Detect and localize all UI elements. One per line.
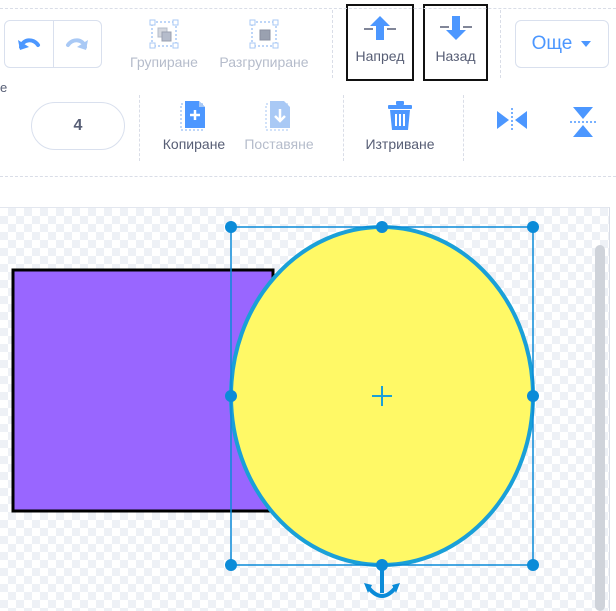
toolbar-separator	[463, 95, 464, 161]
more-button[interactable]: Още	[515, 20, 609, 68]
resize-handle[interactable]	[527, 390, 539, 402]
toolbar-top-border	[0, 8, 616, 9]
flip-horizontal-button[interactable]	[494, 108, 530, 132]
resize-handle[interactable]	[225, 390, 237, 402]
resize-handle[interactable]	[225, 221, 237, 233]
backward-button[interactable]: Назад	[423, 4, 488, 81]
undo-icon	[17, 38, 40, 50]
toolbar-separator	[343, 95, 344, 161]
canvas-shapes	[11, 221, 539, 598]
flip-vertical-icon	[570, 107, 596, 137]
undo-button[interactable]	[5, 21, 53, 67]
backward-label: Назад	[435, 48, 476, 64]
resize-handle[interactable]	[527, 559, 539, 571]
resize-handle[interactable]	[225, 559, 237, 571]
paste-button[interactable]: Поставяне	[238, 98, 320, 152]
toolbar-bottom-border	[0, 176, 616, 177]
redo-button[interactable]	[52, 21, 102, 67]
toolbar-separator	[332, 10, 333, 78]
canvas-scrollbar[interactable]	[595, 245, 605, 611]
paste-icon	[265, 101, 290, 131]
forward-arrow-icon	[364, 16, 396, 40]
delete-button[interactable]: Изтриване	[358, 98, 442, 152]
ungroup-label: Разгрупиране	[219, 54, 309, 70]
copy-icon	[180, 101, 205, 131]
paste-label: Поставяне	[244, 136, 314, 152]
ungroup-button[interactable]: Разгрупиране	[214, 16, 314, 70]
backward-arrow-icon	[439, 16, 472, 40]
copy-label: Копиране	[162, 136, 226, 152]
paint-editor-toolbar: е Групиране Разгрупиране Напред Назад Ощ…	[0, 0, 616, 176]
group-button[interactable]: Групиране	[124, 16, 204, 70]
trash-icon	[388, 101, 412, 130]
flip-horizontal-icon	[497, 108, 527, 132]
toolbar-separator	[139, 95, 140, 161]
group-label: Групиране	[130, 54, 198, 70]
chevron-down-icon	[581, 41, 592, 47]
undo-redo-group	[4, 20, 102, 68]
more-label: Още	[531, 33, 573, 54]
resize-handle[interactable]	[527, 221, 539, 233]
delete-label: Изтриване	[365, 136, 435, 152]
ungroup-icon	[249, 19, 279, 49]
partial-label: е	[0, 80, 8, 95]
resize-handle[interactable]	[376, 221, 388, 233]
paint-canvas[interactable]	[0, 207, 610, 611]
flip-vertical-button[interactable]	[568, 106, 598, 138]
group-icon	[149, 19, 179, 49]
forward-label: Напред	[355, 48, 405, 64]
rotate-handle-icon[interactable]	[364, 569, 400, 598]
forward-button[interactable]: Напред	[346, 4, 414, 81]
copy-button[interactable]: Копиране	[156, 98, 232, 152]
redo-icon	[66, 38, 89, 50]
toolbar-separator	[500, 10, 501, 78]
brush-size-input[interactable]: 4	[31, 102, 125, 150]
